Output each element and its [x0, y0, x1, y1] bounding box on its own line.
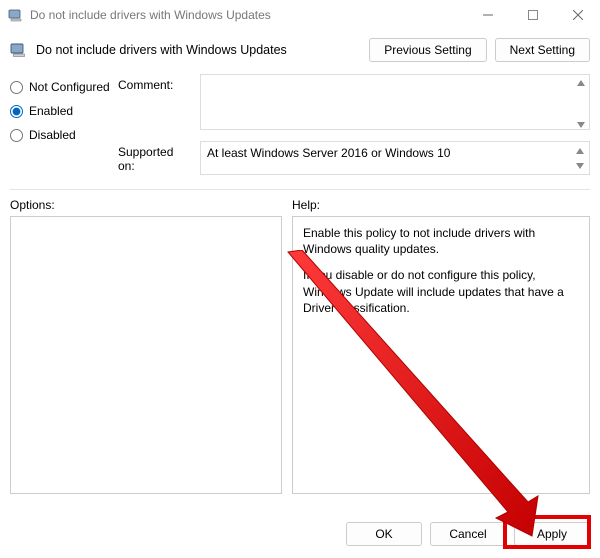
supported-on-label: Supported on:	[118, 141, 200, 173]
supported-on-text: At least Windows Server 2016 or Windows …	[207, 146, 450, 160]
cancel-button[interactable]: Cancel	[430, 522, 506, 546]
close-button[interactable]	[555, 0, 600, 30]
help-paragraph-1: Enable this policy to not include driver…	[303, 225, 579, 257]
minimize-button[interactable]	[465, 0, 510, 30]
panel-labels: Options: Help:	[0, 198, 600, 216]
radio-enabled-input[interactable]	[10, 105, 23, 118]
radio-disabled-input[interactable]	[10, 129, 23, 142]
comment-textarea[interactable]	[200, 74, 590, 130]
window-controls	[465, 0, 600, 30]
separator	[10, 189, 590, 190]
policy-icon	[10, 41, 28, 59]
radio-enabled-label: Enabled	[29, 104, 73, 118]
supported-on-value: At least Windows Server 2016 or Windows …	[200, 141, 590, 175]
help-paragraph-2: If you disable or do not configure this …	[303, 267, 579, 316]
radio-not-configured-label: Not Configured	[29, 80, 110, 94]
options-label: Options:	[10, 198, 292, 212]
radio-not-configured-input[interactable]	[10, 81, 23, 94]
config-area: Not Configured Enabled Disabled Comment:…	[0, 72, 600, 189]
radio-not-configured[interactable]: Not Configured	[10, 80, 118, 94]
apply-button[interactable]: Apply	[514, 522, 590, 546]
header-row: Do not include drivers with Windows Upda…	[0, 30, 600, 72]
title-bar: Do not include drivers with Windows Upda…	[0, 0, 600, 30]
scroll-down-icon[interactable]	[574, 118, 588, 131]
comment-label: Comment:	[118, 74, 200, 92]
radio-disabled-label: Disabled	[29, 128, 76, 142]
supported-scrollbar[interactable]	[573, 144, 587, 172]
previous-setting-button[interactable]: Previous Setting	[369, 38, 486, 62]
comment-scrollbar[interactable]	[574, 76, 588, 131]
help-label: Help:	[292, 198, 320, 212]
scroll-down-icon[interactable]	[573, 159, 587, 172]
state-radio-group: Not Configured Enabled Disabled	[10, 74, 118, 183]
dialog-buttons: OK Cancel Apply	[346, 522, 590, 546]
help-panel: Enable this policy to not include driver…	[292, 216, 590, 494]
window-title: Do not include drivers with Windows Upda…	[30, 8, 271, 22]
panels: Enable this policy to not include driver…	[0, 216, 600, 494]
app-icon	[8, 7, 24, 23]
policy-title: Do not include drivers with Windows Upda…	[36, 43, 361, 57]
next-setting-button[interactable]: Next Setting	[495, 38, 590, 62]
scroll-up-icon[interactable]	[574, 76, 588, 89]
options-panel	[10, 216, 282, 494]
scroll-up-icon[interactable]	[573, 144, 587, 157]
maximize-button[interactable]	[510, 0, 555, 30]
radio-disabled[interactable]: Disabled	[10, 128, 118, 142]
ok-button[interactable]: OK	[346, 522, 422, 546]
radio-enabled[interactable]: Enabled	[10, 104, 118, 118]
